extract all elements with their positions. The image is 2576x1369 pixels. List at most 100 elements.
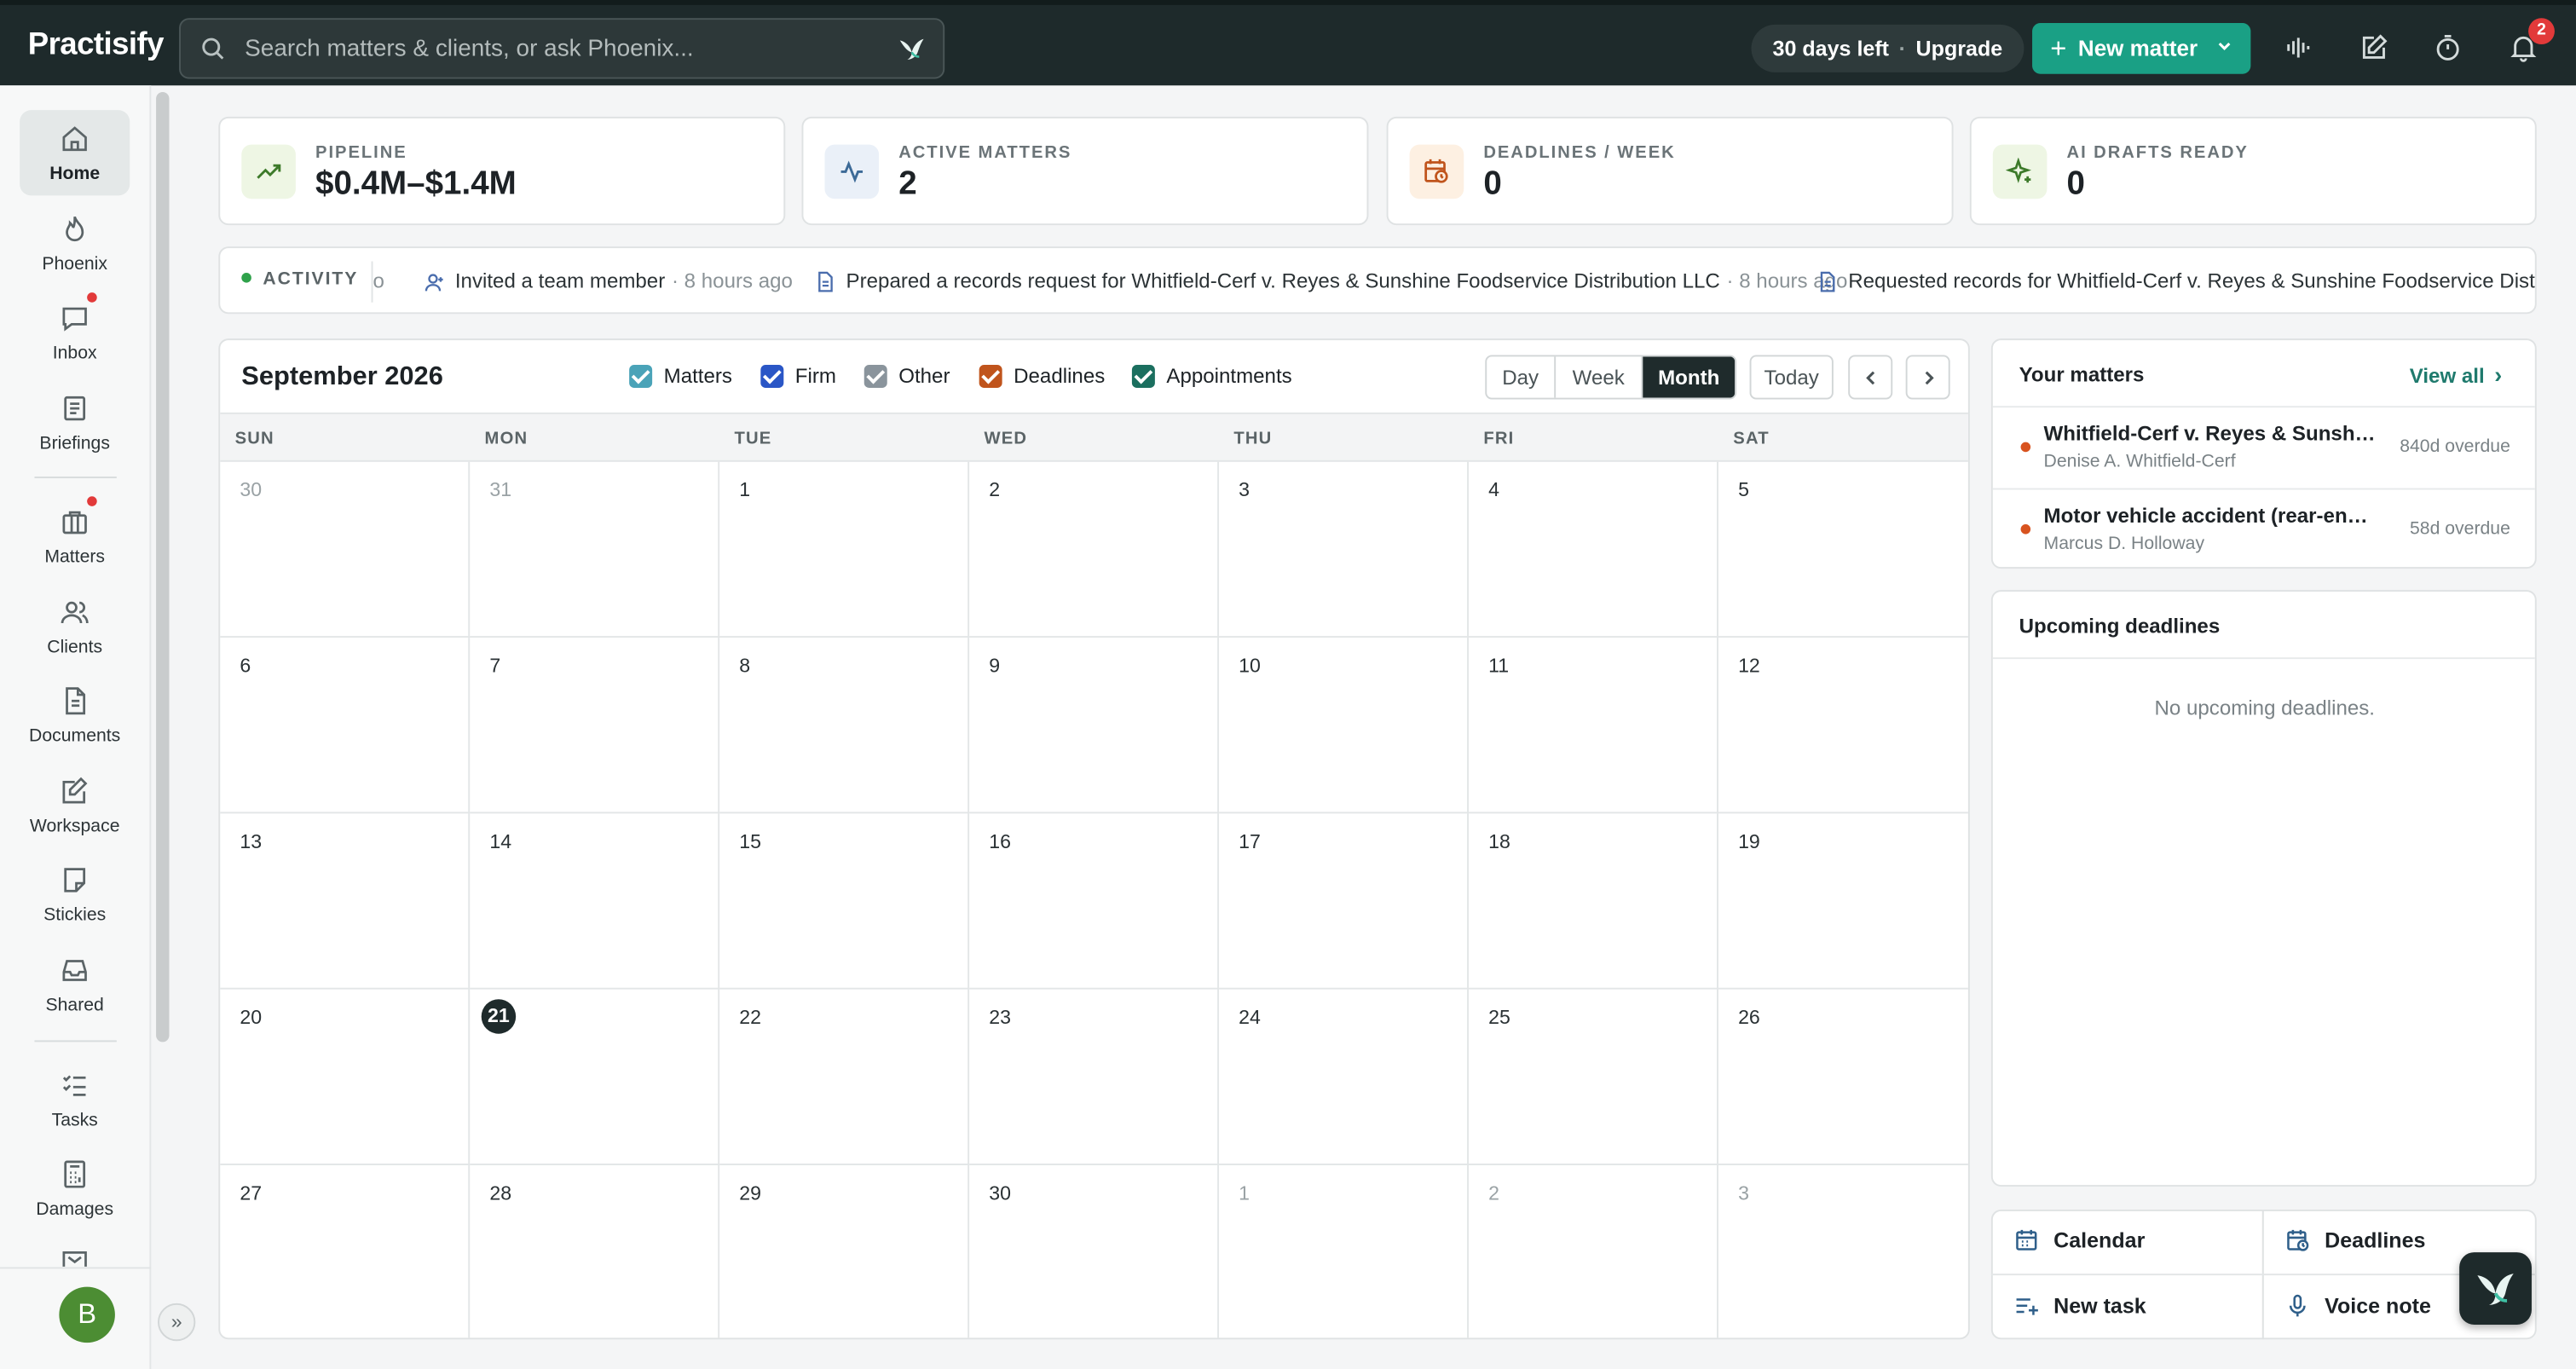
calendar-day-cell[interactable]: 16 — [969, 813, 1220, 990]
checkbox[interactable] — [863, 365, 887, 389]
sidebar-item-matters[interactable]: Matters — [20, 493, 130, 578]
new-matter-button[interactable]: + New matter — [2032, 22, 2251, 74]
view-week-button[interactable]: Week — [1556, 356, 1643, 398]
calendar-day-cell[interactable]: 2 — [969, 461, 1220, 638]
filter-deadlines[interactable]: Deadlines — [979, 365, 1105, 389]
stat-card-deadlines[interactable]: DEADLINES / WEEK 0 — [1386, 116, 1954, 226]
sidebar-item-briefings[interactable]: Briefings — [20, 379, 130, 465]
checkbox[interactable] — [1131, 365, 1155, 389]
view-day-button[interactable]: Day — [1487, 356, 1557, 398]
calendar-day-cell[interactable]: 10 — [1219, 638, 1469, 814]
calendar-day-cell[interactable]: 12 — [1718, 638, 1968, 814]
filter-matters[interactable]: Matters — [629, 365, 732, 389]
calendar-day-cell[interactable]: 23 — [969, 989, 1220, 1165]
calendar-day-cell[interactable]: 30 — [220, 461, 471, 638]
calendar-day-cell[interactable]: 21 — [470, 989, 720, 1165]
sidebar-item-phoenix[interactable]: Phoenix — [20, 200, 130, 286]
calendar-day-cell[interactable]: 3 — [1718, 1165, 1968, 1337]
compose-icon[interactable] — [2359, 33, 2389, 63]
avatar[interactable]: B — [59, 1286, 115, 1343]
calendar-day-cell[interactable]: 24 — [1219, 989, 1469, 1165]
quick-action-calendar[interactable]: Calendar — [2014, 1227, 2145, 1252]
waveform-icon[interactable] — [2284, 33, 2313, 63]
calendar-day-cell[interactable]: 13 — [220, 813, 471, 990]
activity-item[interactable]: Prepared a records request for Whitfield… — [815, 269, 1847, 292]
calendar-day-cell[interactable]: 28 — [470, 1164, 720, 1338]
matter-row[interactable]: Whitfield-Cerf v. Reyes & Sunshine Foods… — [1992, 406, 2535, 488]
app-logo[interactable]: Practisify — [28, 28, 165, 64]
calendar-day-cell[interactable]: 17 — [1219, 813, 1469, 990]
quick-action-deadlines[interactable]: Deadlines — [2285, 1227, 2425, 1252]
calendar-day-cell[interactable]: 7 — [470, 638, 720, 814]
calendar-day-cell[interactable]: 29 — [719, 1164, 970, 1338]
calendar-day-cell[interactable]: 8 — [719, 638, 970, 814]
sidebar-item-damages[interactable]: Damages — [20, 1146, 130, 1231]
phoenix-assistant-button[interactable] — [2459, 1252, 2532, 1325]
filter-other[interactable]: Other — [863, 365, 950, 389]
prev-month-button[interactable] — [1848, 355, 1893, 400]
checkbox[interactable] — [629, 365, 653, 389]
calendar-day-cell[interactable]: 1 — [719, 461, 970, 638]
search-input[interactable] — [245, 35, 869, 62]
upgrade-link[interactable]: Upgrade — [1916, 36, 2003, 61]
today-button[interactable]: Today — [1749, 355, 1834, 400]
trial-banner[interactable]: 30 days left · Upgrade — [1751, 24, 2024, 72]
calendar-day-cell[interactable]: 25 — [1468, 989, 1718, 1165]
view-all-link[interactable]: View all — [2410, 361, 2503, 388]
sidebar-item-tasks[interactable]: Tasks — [20, 1057, 130, 1142]
activity-item[interactable]: Requested records for Whitfield-Cerf v. … — [1817, 269, 2535, 292]
checkbox[interactable] — [760, 365, 784, 389]
sidebar-item-shared[interactable]: Shared — [20, 942, 130, 1027]
stat-card-pipeline[interactable]: PIPELINE $0.4M–$1.4M — [218, 116, 786, 226]
sidebar-item-inbox[interactable]: Inbox — [20, 289, 130, 374]
calendar-day-cell[interactable]: 11 — [1468, 638, 1718, 814]
sidebar-item-home[interactable]: Home — [20, 110, 130, 196]
matter-row[interactable]: Motor vehicle accident (rear-end collisi… — [1992, 488, 2535, 568]
calendar-day-cell[interactable]: 31 — [470, 461, 720, 638]
expand-sidebar-button[interactable]: » — [158, 1303, 196, 1342]
stat-card-ai-drafts[interactable]: AI DRAFTS READY 0 — [1969, 116, 2537, 226]
calendar-day-cell[interactable]: 4 — [1468, 461, 1718, 638]
calendar-day-cell[interactable]: 1 — [1219, 1164, 1469, 1338]
chevron-down-icon[interactable] — [2215, 36, 2234, 55]
checkbox[interactable] — [979, 365, 1002, 389]
sidebar-item-documents[interactable]: Documents — [20, 673, 130, 758]
calendar-day-cell[interactable]: 30 — [969, 1164, 1220, 1338]
search-icon — [202, 38, 224, 60]
filter-firm[interactable]: Firm — [760, 365, 836, 389]
quick-action-new-task[interactable]: New task — [2014, 1293, 2146, 1318]
activity-pulse-icon — [824, 144, 880, 199]
sidebar-item-stickies[interactable]: Stickies — [20, 852, 130, 937]
activity-item[interactable]: Invited a team member · 8 hours ago — [424, 269, 793, 292]
partial-nav-icon — [62, 1251, 87, 1267]
calendar-day-cell[interactable]: 5 — [1718, 462, 1968, 638]
calendar-day-cell[interactable]: 19 — [1718, 813, 1968, 990]
calendar-day-cell[interactable]: 15 — [719, 813, 970, 990]
calendar-day-cell[interactable]: 3 — [1219, 461, 1469, 638]
next-month-button[interactable] — [1905, 355, 1950, 400]
calendar-day-cell[interactable]: 18 — [1468, 813, 1718, 990]
calendar-day-cell[interactable]: 22 — [719, 989, 970, 1165]
day-number: 22 — [739, 1005, 762, 1029]
sidebar-item-label: Documents — [29, 726, 121, 747]
view-month-button[interactable]: Month — [1643, 356, 1736, 398]
calendar-day-cell[interactable]: 20 — [220, 989, 471, 1165]
stat-card-active-matters[interactable]: ACTIVE MATTERS 2 — [801, 116, 1369, 226]
calendar-day-cell[interactable]: 27 — [220, 1164, 471, 1338]
sidebar-item-workspace[interactable]: Workspace — [20, 763, 130, 848]
calendar-day-cell[interactable]: 9 — [969, 638, 1220, 814]
calendar-day-cell[interactable]: 14 — [470, 813, 720, 990]
sidebar-scrollbar[interactable] — [156, 91, 170, 1043]
search-box[interactable] — [179, 18, 945, 79]
phoenix-bird-icon[interactable] — [897, 34, 927, 64]
calendar-day-cell[interactable]: 6 — [220, 638, 471, 814]
quick-action-voice-note[interactable]: Voice note — [2285, 1293, 2431, 1318]
overdue-dot — [2020, 442, 2031, 453]
stat-label: AI DRAFTS READY — [2066, 142, 2249, 163]
calendar-day-cell[interactable]: 26 — [1718, 990, 1968, 1165]
filter-appointments[interactable]: Appointments — [1131, 365, 1292, 389]
sidebar-item-label: Briefings — [39, 433, 110, 454]
timer-icon[interactable] — [2433, 33, 2463, 63]
calendar-day-cell[interactable]: 2 — [1469, 1164, 1718, 1338]
sidebar-item-clients[interactable]: Clients — [20, 583, 130, 668]
